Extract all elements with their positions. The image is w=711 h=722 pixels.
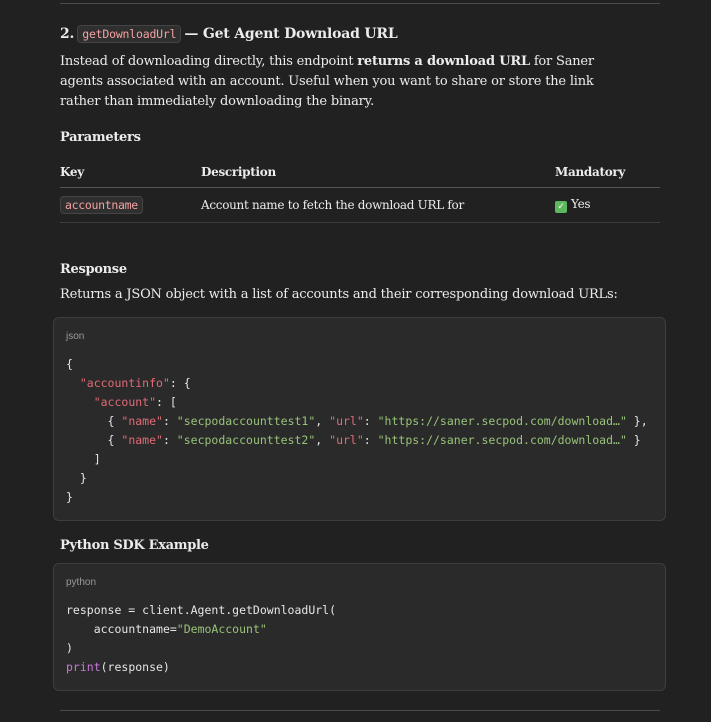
param-description: Account name to fetch the download URL f… (201, 187, 555, 223)
code-line: { (66, 357, 73, 371)
divider-top (60, 3, 660, 4)
col-header-mandatory: Mandatory (555, 156, 660, 188)
code-token: : { (169, 376, 191, 390)
param-key-cell: accountname (60, 187, 201, 223)
intro-text: Instead of downloading directly, this en… (60, 54, 358, 69)
json-code[interactable]: { "accountinfo": { "account": [ { "name"… (66, 355, 648, 507)
python-builtin: print (66, 660, 101, 674)
json-code-block: json { "accountinfo": { "account": [ { "… (53, 317, 666, 521)
divider-bottom (60, 710, 660, 711)
param-mandatory-cell: ✓ Yes (555, 187, 660, 223)
response-heading: Response (60, 262, 127, 277)
json-string: "secpodaccounttest1" (176, 414, 316, 428)
method-name: getDownloadUrl (77, 25, 182, 43)
check-icon: ✓ (555, 201, 567, 213)
table-row: accountname Account name to fetch the do… (60, 187, 660, 223)
code-line: response = client.Agent.getDownloadUrl( (66, 603, 337, 617)
python-code[interactable]: response = client.Agent.getDownloadUrl( … (66, 601, 336, 677)
code-token: (response) (100, 660, 170, 674)
code-token: } (66, 490, 73, 504)
json-key: "url" (329, 414, 364, 428)
json-key: "accountinfo" (79, 376, 170, 390)
param-key: accountname (60, 196, 143, 214)
json-key: "account" (93, 395, 157, 409)
parameters-table: Key Description Mandatory accountname Ac… (60, 156, 660, 223)
json-key: "name" (121, 433, 163, 447)
python-code-block: python response = client.Agent.getDownlo… (53, 563, 666, 691)
param-mandatory: Yes (571, 197, 591, 211)
code-language-label: json (66, 331, 85, 342)
table-header-row: Key Description Mandatory (60, 156, 660, 188)
json-string: "https://saner.secpod.com/download…" (377, 414, 627, 428)
json-string: "https://saner.secpod.com/download…" (377, 433, 627, 447)
json-string: "secpodaccounttest2" (176, 433, 316, 447)
python-string: "DemoAccount" (176, 622, 267, 636)
col-header-key: Key (60, 156, 201, 188)
code-language-label: python (66, 577, 97, 588)
json-key: "url" (329, 433, 364, 447)
code-token: ] (93, 452, 101, 466)
code-line: ) (66, 641, 73, 655)
section-heading: 2. getDownloadUrl — Get Agent Download U… (60, 25, 398, 43)
sdk-heading: Python SDK Example (60, 538, 209, 553)
json-key: "name" (121, 414, 163, 428)
code-token: } (79, 471, 87, 485)
code-token: : [ (156, 395, 177, 409)
intro-bold-text: returns a download URL (357, 54, 530, 69)
response-description: Returns a JSON object with a list of acc… (60, 287, 618, 302)
col-header-description: Description (201, 156, 555, 188)
code-token: accountname= (93, 622, 177, 636)
section-number: 2. (60, 26, 75, 42)
parameters-heading: Parameters (60, 130, 141, 145)
section-intro: Instead of downloading directly, this en… (60, 52, 620, 112)
section-title: — Get Agent Download URL (184, 26, 398, 42)
